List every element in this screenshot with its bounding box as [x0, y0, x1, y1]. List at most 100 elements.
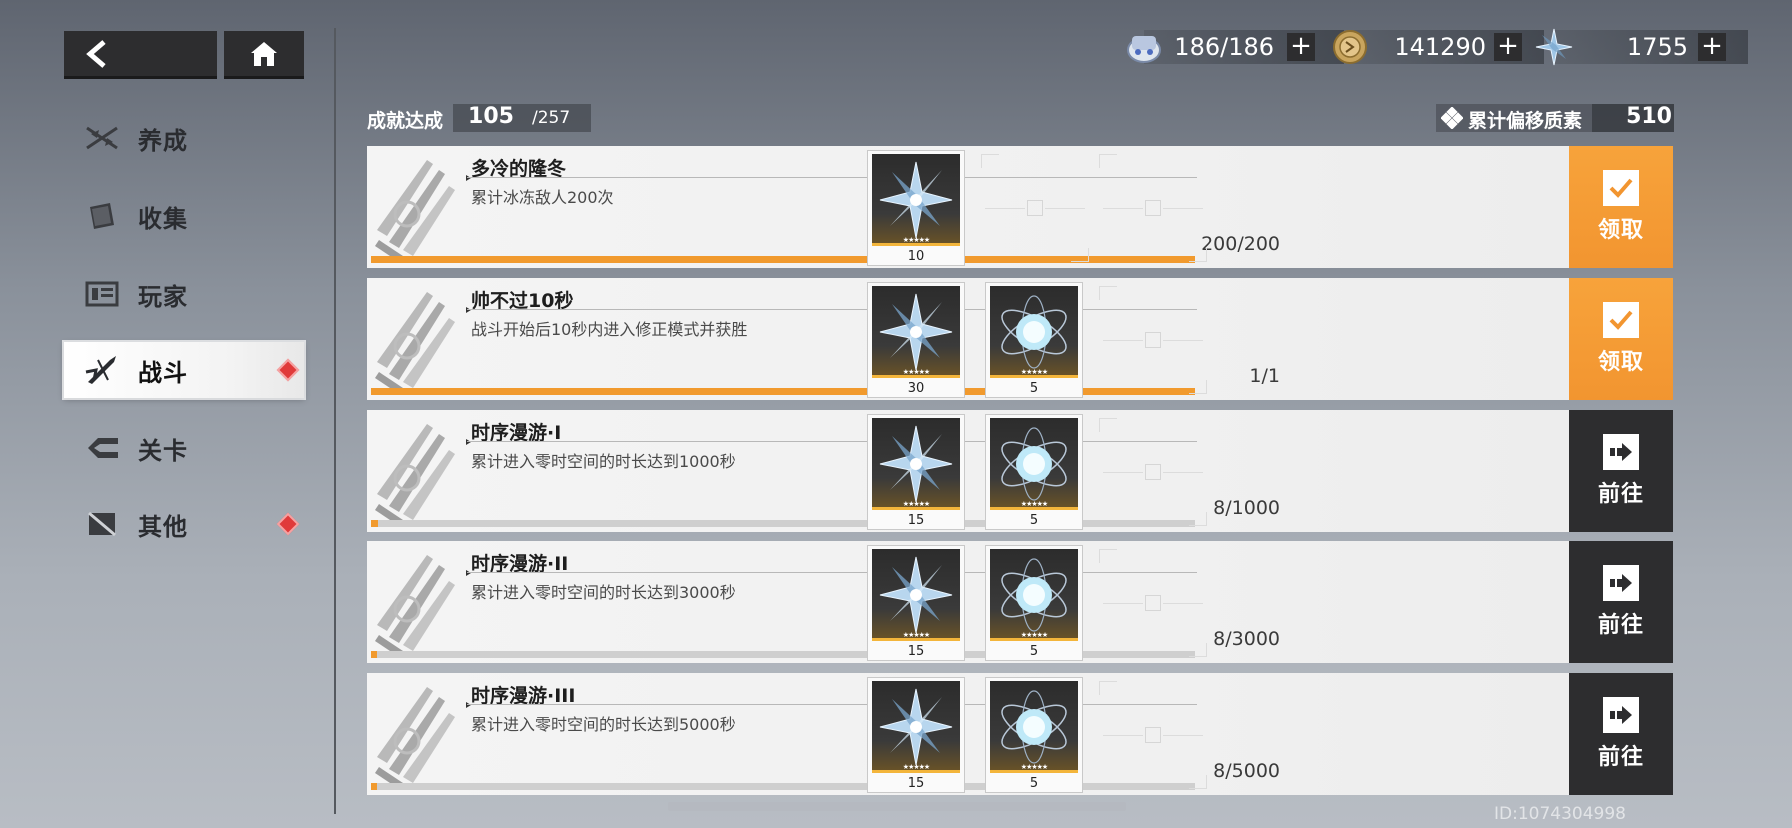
sidebar-item-label: 关卡 — [138, 436, 188, 465]
empty-reward-slot — [1095, 414, 1211, 530]
horizontal-scrollbar[interactable] — [668, 802, 1126, 811]
reward-quantity: 10 — [907, 249, 925, 264]
task-card: 时序漫游·III 累计进入零时空间的时长达到5000秒 8/5000 ★★★★★ 15 ★… — [367, 673, 1673, 795]
rarity-stars: ★★★★★ — [902, 631, 930, 639]
empty-reward-slot — [1095, 150, 1211, 266]
task-progress-text: 1/1 — [1249, 365, 1280, 387]
reward-item[interactable]: ★★★★★ 15 — [867, 677, 965, 793]
action-label: 前往 — [1597, 613, 1644, 638]
go-button[interactable]: 前往 — [1569, 673, 1673, 795]
notification-badge — [276, 512, 300, 536]
reward-item[interactable]: ★★★★★ 30 — [867, 282, 965, 398]
orb-reward-icon: ★★★★★ — [990, 286, 1078, 378]
home-icon — [251, 41, 277, 66]
task-progress-text: 200/200 — [1201, 233, 1280, 255]
notification-badge — [276, 358, 300, 382]
rarity-stars: ★★★★★ — [1020, 631, 1048, 639]
task-description: 累计进入零时空间的时长达到5000秒 — [471, 715, 736, 734]
collection-icon — [84, 201, 120, 231]
go-button[interactable]: 前往 — [1569, 541, 1673, 663]
back-arrow-icon — [86, 39, 106, 68]
task-progress-text: 8/3000 — [1213, 628, 1280, 650]
sidebar-item-0[interactable]: 养成 — [64, 110, 304, 166]
battle-emblem-icon — [369, 414, 465, 534]
sidebar-item-label: 玩家 — [138, 282, 188, 311]
check-icon — [1609, 310, 1633, 330]
sidebar-item-5[interactable]: 其他 — [64, 496, 304, 552]
rarity-stars: ★★★★★ — [1020, 368, 1048, 376]
achievement-total: /257 — [532, 108, 571, 128]
sidebar-item-label: 其他 — [138, 512, 188, 541]
arrow-right-icon — [1610, 574, 1632, 592]
sidebar-item-label: 收集 — [138, 204, 188, 233]
reward-item[interactable]: ★★★★★ 15 — [867, 545, 965, 661]
orb-reward-icon: ★★★★★ — [990, 681, 1078, 773]
task-card: 帅不过10秒 战斗开始后10秒内进入修正模式并获胜 1/1 ★★★★★ 30 ★★★★★ 5… — [367, 278, 1673, 400]
reward-item[interactable]: ★★★★★ 5 — [985, 414, 1083, 530]
coin-icon — [1328, 25, 1372, 69]
reward-item[interactable]: ★★★★★ 10 — [867, 150, 965, 266]
task-progress-text: 8/1000 — [1213, 497, 1280, 519]
battle-emblem-icon — [369, 282, 465, 402]
task-description: 战斗开始后10秒内进入修正模式并获胜 — [471, 320, 748, 339]
rarity-stars: ★★★★★ — [1020, 500, 1048, 508]
reward-item[interactable]: ★★★★★ 15 — [867, 414, 965, 530]
sidebar-item-1[interactable]: 收集 — [64, 188, 304, 244]
check-icon — [1609, 178, 1633, 198]
reward-item[interactable]: ★★★★★ 5 — [985, 677, 1083, 793]
go-button[interactable]: 前往 — [1569, 410, 1673, 532]
stamina-add-button[interactable]: + — [1287, 33, 1315, 61]
reward-item[interactable]: ★★★★★ 5 — [985, 545, 1083, 661]
stamina-icon — [1122, 25, 1166, 69]
battle-emblem-icon — [369, 545, 465, 665]
reward-quantity: 5 — [1029, 644, 1039, 659]
rarity-stars: ★★★★★ — [1020, 763, 1048, 771]
task-description: 累计进入零时空间的时长达到1000秒 — [471, 452, 736, 471]
arrow-right-icon — [1610, 443, 1632, 461]
reward-quantity: 5 — [1029, 776, 1039, 791]
crystals-add-button[interactable]: + — [1698, 33, 1726, 61]
battle-emblem-icon — [369, 150, 465, 270]
reward-item[interactable]: ★★★★★ 5 — [985, 282, 1083, 398]
rarity-stars: ★★★★★ — [902, 236, 930, 244]
action-label: 前往 — [1597, 745, 1644, 770]
coins-resource: 141290 + — [1328, 30, 1544, 64]
claim-button[interactable]: 领取 — [1569, 278, 1673, 400]
achievement-label: 成就达成 — [367, 110, 444, 132]
sidebar-item-4[interactable]: 关卡 — [64, 420, 304, 476]
sidebar-divider — [334, 28, 336, 814]
stage-icon — [84, 433, 120, 463]
coins-add-button[interactable]: + — [1494, 33, 1522, 61]
action-label: 领取 — [1597, 350, 1644, 375]
empty-reward-slot — [1095, 282, 1211, 398]
empty-reward-slot — [1095, 545, 1211, 661]
back-button[interactable] — [64, 31, 217, 79]
sidebar-item-label: 养成 — [138, 126, 188, 155]
reward-quantity: 15 — [907, 513, 925, 528]
player-icon — [84, 279, 120, 309]
offset-quality-icon — [1440, 106, 1464, 133]
arrow-right-icon — [1610, 706, 1632, 724]
task-description: 累计冰冻敌人200次 — [471, 188, 614, 207]
sidebar-item-3[interactable]: 战斗 — [64, 342, 304, 398]
crystal-icon — [1532, 25, 1576, 69]
task-card: 多冷的隆冬 累计冰冻敌人200次 200/200 ★★★★★ 10 领取 — [367, 146, 1673, 268]
battle-emblem-icon — [369, 677, 465, 797]
user-id: ID:1074304998 — [1494, 804, 1626, 824]
sidebar-item-label: 战斗 — [138, 358, 188, 387]
cultivate-icon — [84, 123, 120, 153]
crystal-reward-icon: ★★★★★ — [872, 549, 960, 641]
reward-quantity: 30 — [907, 381, 925, 396]
sidebar-item-2[interactable]: 玩家 — [64, 266, 304, 322]
rarity-stars: ★★★★★ — [902, 500, 930, 508]
offset-quality-label: 累计偏移质素 — [1468, 110, 1583, 132]
crystals-resource: 1755 + — [1532, 28, 1748, 66]
home-button[interactable] — [224, 31, 304, 79]
rarity-stars: ★★★★★ — [902, 763, 930, 771]
crystal-reward-icon: ★★★★★ — [872, 681, 960, 773]
task-card: 时序漫游·I 累计进入零时空间的时长达到1000秒 8/1000 ★★★★★ 15 ★★★… — [367, 410, 1673, 532]
claim-button[interactable]: 领取 — [1569, 146, 1673, 268]
stamina-value: 186/186 — [1174, 33, 1274, 61]
coins-value: 141290 — [1394, 33, 1486, 61]
offset-quality-value: 510 — [1626, 104, 1672, 129]
